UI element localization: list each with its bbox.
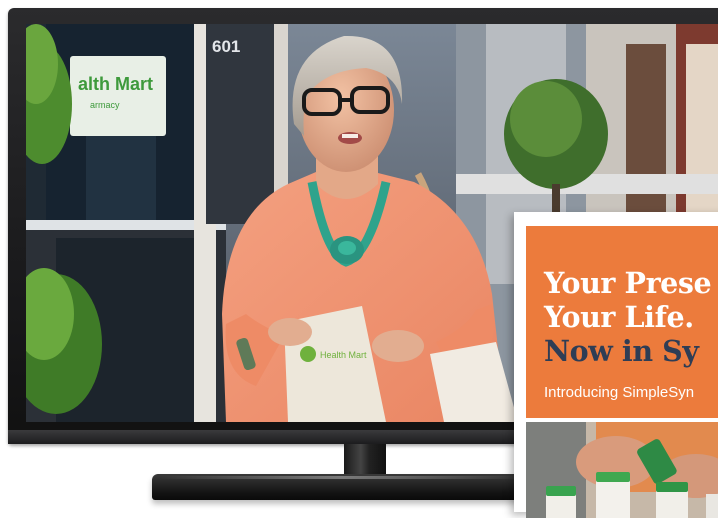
door-number: 601 (212, 37, 240, 56)
promo-flyer: Your Prese Your Life. Now in Sy Introduc… (514, 212, 718, 518)
storefront-sign-subtext: armacy (90, 100, 120, 110)
bag-logo-text: Health Mart (320, 350, 367, 360)
prescription-bottles-photo (526, 422, 718, 518)
flyer-subheadline: Introducing SimpleSyn (544, 384, 695, 401)
flyer-headline-line1: Your Prese (544, 266, 712, 300)
bag-logo-icon (300, 346, 316, 362)
flyer-headline: Your Prese Your Life. Now in Sy (544, 266, 712, 368)
flyer-photo (526, 422, 718, 518)
flyer-headline-line3: Now in Sy (544, 334, 699, 368)
flyer-headline-line2: Your Life. (544, 300, 694, 334)
television-stand-neck (344, 444, 386, 476)
flyer-banner: Your Prese Your Life. Now in Sy Introduc… (526, 226, 718, 418)
storefront-sign (70, 56, 166, 136)
television-stand-sheen (160, 476, 524, 479)
storefront-sign-text: alth Mart (78, 74, 153, 94)
